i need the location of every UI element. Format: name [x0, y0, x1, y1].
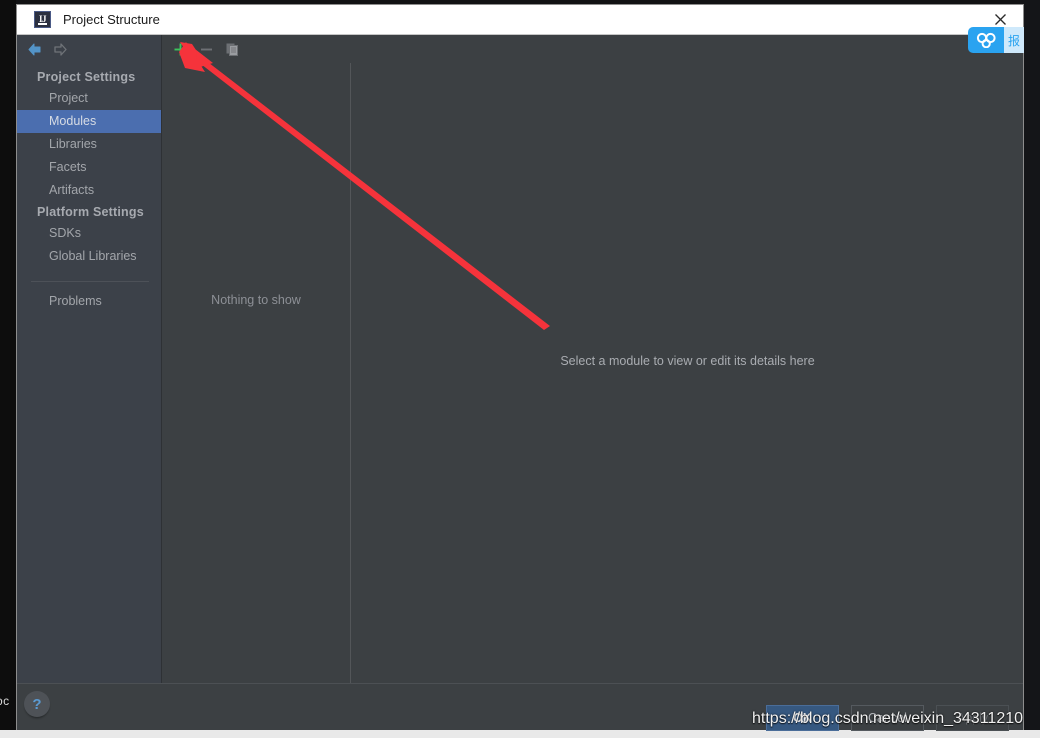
watermark-text: https://blog.csdn.net/weixin_34311210 — [752, 710, 1024, 727]
module-detail-panel: Select a module to view or edit its deta… — [352, 63, 1023, 683]
minus-icon — [193, 36, 219, 62]
sidebar-item-facets[interactable]: Facets — [17, 156, 161, 179]
sidebar-divider — [31, 281, 149, 282]
module-detail-hint: Select a module to view or edit its deta… — [560, 354, 815, 368]
dialog-titlebar: IJ Project Structure — [17, 5, 1023, 35]
app-icon-bar — [38, 23, 47, 25]
sidebar-item-global-libraries[interactable]: Global Libraries — [17, 245, 161, 268]
plus-icon[interactable] — [167, 36, 193, 62]
desktop-bottom-band — [0, 730, 1040, 738]
screen: oc IJ Project Structure — [0, 0, 1040, 738]
project-structure-dialog: IJ Project Structure Project Settings Pr… — [16, 4, 1024, 731]
cloud-badge-label[interactable]: 报 — [1004, 27, 1024, 53]
sidebar-nav-row — [17, 35, 161, 63]
dialog-body: Project Settings Project Modules Librari… — [17, 35, 1023, 731]
arrow-right-icon — [47, 36, 73, 62]
module-list-panel[interactable]: Nothing to show — [162, 63, 351, 683]
sidebar-item-sdks[interactable]: SDKs — [17, 222, 161, 245]
baidu-cloud-badge[interactable]: 报 — [968, 27, 1024, 53]
desktop-left-strip — [0, 0, 16, 738]
page-title: Project Structure — [63, 12, 160, 27]
copy-icon — [219, 36, 245, 62]
sidebar-item-artifacts[interactable]: Artifacts — [17, 179, 161, 202]
settings-sidebar: Project Settings Project Modules Librari… — [17, 35, 162, 683]
sidebar-item-problems[interactable]: Problems — [17, 290, 161, 313]
sidebar-item-libraries[interactable]: Libraries — [17, 133, 161, 156]
background-text: oc — [0, 694, 10, 708]
arrow-left-icon[interactable] — [21, 36, 47, 62]
sidebar-group-platform-settings: Platform Settings — [37, 205, 144, 219]
baidu-cloud-icon[interactable] — [968, 27, 1004, 53]
sidebar-item-project[interactable]: Project — [17, 87, 161, 110]
sidebar-group-project-settings: Project Settings — [37, 70, 136, 84]
module-list-empty-text: Nothing to show — [211, 293, 301, 307]
intellij-idea-icon: IJ — [34, 11, 51, 28]
module-list-toolbar — [162, 35, 335, 63]
sidebar-item-modules[interactable]: Modules — [17, 110, 161, 133]
help-icon[interactable]: ? — [24, 691, 50, 717]
sidebar-list: Project Settings Project Modules Librari… — [17, 67, 161, 313]
